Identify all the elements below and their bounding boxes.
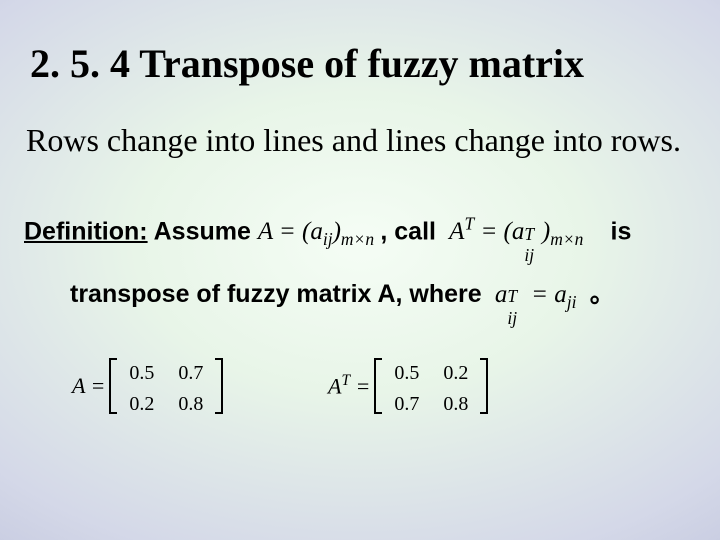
right-bracket-icon [480, 358, 488, 414]
section-heading: 2. 5. 4 Transpose of fuzzy matrix [30, 40, 584, 87]
period-mark: 。 [590, 280, 615, 308]
formula-a-transpose: AT = (aTij)m×n [443, 218, 590, 245]
formula-element: aTij = aji [489, 281, 583, 308]
matrix-a-example: A = 0.50.7 0.20.8 [72, 358, 223, 414]
definition-label: Definition: [24, 217, 148, 245]
formula-a-equals: A = (aij)m×n [258, 218, 381, 245]
is-text: is [611, 217, 632, 245]
definition-line-2: transpose of fuzzy matrix A, where aTij … [70, 274, 700, 313]
transpose-text: transpose of fuzzy matrix A, where [70, 280, 482, 308]
right-bracket-icon [215, 358, 223, 414]
matrix-a-values: 0.50.7 0.20.8 [117, 358, 215, 414]
left-bracket-icon [374, 358, 382, 414]
assume-text: Assume [154, 217, 251, 245]
matrix-at-label: AT = [328, 372, 370, 399]
matrix-at-example: AT = 0.50.2 0.70.8 [328, 358, 488, 414]
matrix-a-label: A = [72, 373, 105, 399]
intro-text: Rows change into lines and lines change … [26, 120, 690, 160]
comma-call: , call [380, 217, 436, 245]
left-bracket-icon [109, 358, 117, 414]
definition-line-1: Definition: Assume A = (aij)m×n , call A… [24, 214, 700, 250]
matrix-at-values: 0.50.2 0.70.8 [382, 358, 480, 414]
